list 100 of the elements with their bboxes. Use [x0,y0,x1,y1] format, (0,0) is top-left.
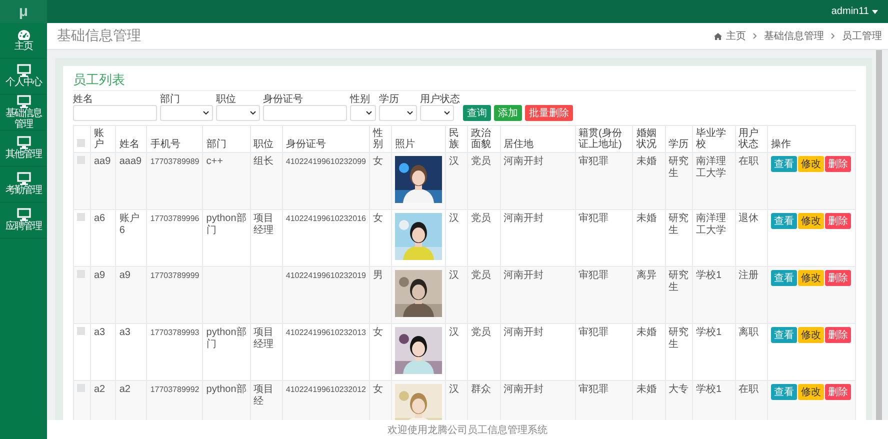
education-select[interactable] [379,105,417,121]
edit-button[interactable]: 修改 [798,327,824,343]
scrollbar[interactable] [876,50,882,420]
political-status-cell: 党员 [471,156,492,167]
education-cell: 研究生 [668,327,689,350]
row-checkbox[interactable] [77,270,85,278]
edit-button[interactable]: 修改 [798,156,824,172]
phone-cell: 17703789989 [150,157,200,166]
id-number-field[interactable] [263,105,347,121]
edit-button[interactable]: 修改 [798,213,824,229]
department-cell: python部门 [206,327,246,350]
department-select[interactable] [160,105,213,121]
monitor-icon [16,208,30,222]
edit-button[interactable]: 修改 [798,384,824,400]
gender-select[interactable] [350,105,376,121]
name-field[interactable] [73,105,157,121]
page-title: 基础信息管理 [57,27,141,45]
status-select[interactable] [420,105,454,121]
school-cell: 南洋理工大学 [696,156,726,179]
monitor-icon [16,172,30,186]
delete-button[interactable]: 删除 [824,384,851,400]
position-cell: 项目经理 [254,213,274,236]
delete-button[interactable]: 删除 [824,156,851,172]
residence-cell: 河南开封 [504,270,544,281]
id-number-cell: 410224199610232099 [286,157,366,166]
batch-delete-button[interactable]: 批量删除 [525,105,573,121]
dashboard-icon [16,28,30,41]
marital-status-cell: 未婚 [636,156,656,167]
column-header: 手机号 [150,139,180,150]
column-header: 籍贯(身份证上地址) [578,128,622,150]
department-cell: c++ [206,156,223,167]
view-button[interactable]: 查看 [770,213,797,229]
position-cell: 项目经理 [254,327,274,350]
logo: μ [18,3,28,20]
chevron-icon [366,111,372,115]
id-number-cell: 410224199610232019 [286,271,366,280]
add-button[interactable]: 添加 [494,105,522,121]
account-cell: a3 [94,327,106,338]
breadcrumb-item: 员工管理 [842,30,882,43]
ethnicity-cell: 汉 [449,327,460,338]
monitor-icon [16,136,30,150]
phone-cell: 17703789996 [150,214,200,223]
account-cell: a9 [94,270,106,281]
education-cell: 研究生 [668,213,689,236]
filter-label: 用户状态 [420,94,460,105]
delete-button[interactable]: 删除 [824,327,851,343]
political-status-cell: 党员 [471,213,492,224]
monitor-icon [16,64,30,78]
filter-label: 学历 [379,94,400,105]
marital-status-cell: 未婚 [636,327,656,338]
native-place-cell: 审犯罪 [578,327,609,338]
gender-cell: 女 [372,156,383,167]
marital-status-cell: 未婚 [636,384,656,395]
column-header: 账户 [94,128,104,150]
row-checkbox[interactable] [77,384,85,392]
id-number-cell: 410224199610232013 [286,328,366,337]
status-cell: 在职 [738,384,759,395]
view-button[interactable]: 查看 [770,270,797,286]
column-header: 毕业学校 [696,128,726,150]
name-cell: aaa9 [119,156,142,167]
school-cell: 南洋理工大学 [696,213,726,236]
name-cell: 账户6 [119,213,140,236]
column-header: 部门 [206,139,226,150]
column-header: 政治面貌 [471,128,492,150]
column-header: 居住地 [504,139,534,150]
filter-label: 职位 [216,94,237,105]
breadcrumb-item[interactable]: 基础信息管理 [764,29,824,43]
status-cell: 退休 [738,213,759,224]
row-checkbox[interactable] [77,327,85,335]
filter-label: 身份证号 [263,94,304,105]
select-all-checkbox[interactable] [77,139,85,147]
native-place-cell: 审犯罪 [578,156,609,167]
view-button[interactable]: 查看 [770,327,797,343]
breadcrumb-item[interactable]: 主页 [726,29,746,43]
user-menu[interactable]: admin11 [831,6,878,17]
row-checkbox[interactable] [77,213,85,221]
delete-button[interactable]: 删除 [824,213,851,229]
search-button[interactable]: 查询 [463,105,491,121]
delete-button[interactable]: 删除 [824,270,851,286]
gender-cell: 女 [372,213,383,224]
ethnicity-cell: 汉 [449,270,460,281]
card-title: 员工列表 [73,70,856,91]
department-cell: python部 [206,384,246,395]
monitor-icon [16,95,30,108]
chevron-icon [753,33,757,39]
row-checkbox[interactable] [77,156,85,164]
ethnicity-cell: 汉 [449,213,460,224]
account-cell: a6 [94,213,106,224]
status-cell: 离职 [738,327,759,338]
position-select[interactable] [216,105,260,121]
view-button[interactable]: 查看 [770,384,797,400]
residence-cell: 河南开封 [504,384,544,395]
gender-cell: 女 [372,384,383,395]
position-cell: 组长 [254,156,274,167]
edit-button[interactable]: 修改 [798,270,824,286]
view-button[interactable]: 查看 [770,156,797,172]
column-header: 学历 [668,139,689,150]
phone-cell: 17703789992 [150,385,200,394]
gender-cell: 女 [372,327,383,338]
column-header: 操作 [770,139,791,150]
